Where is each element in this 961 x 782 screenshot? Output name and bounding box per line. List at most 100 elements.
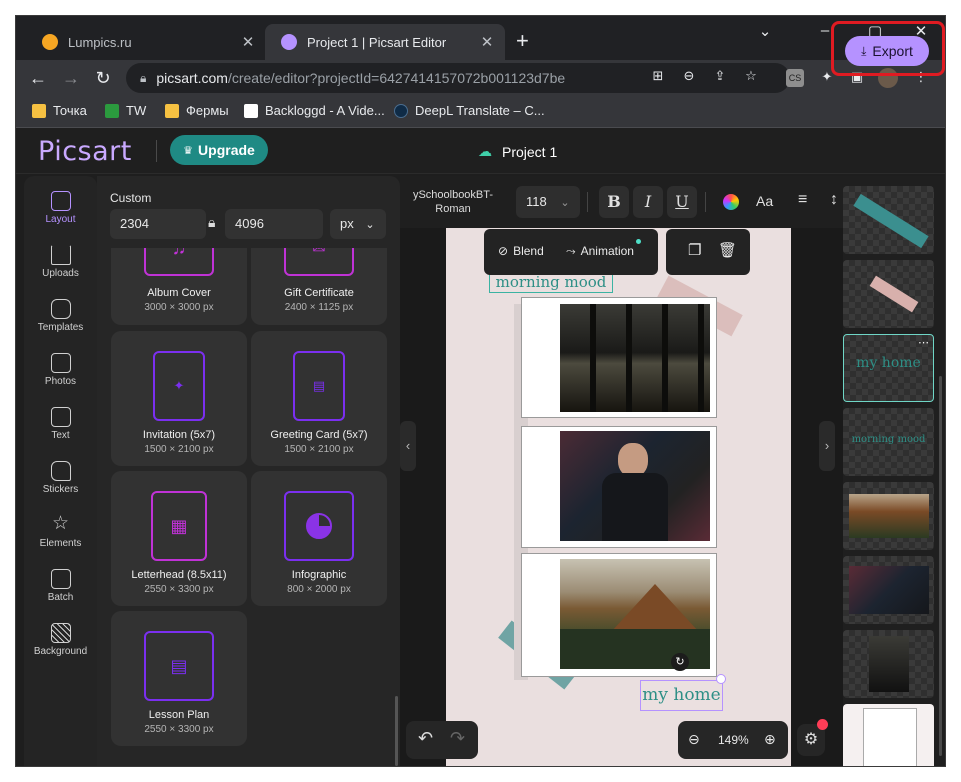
share-icon[interactable]: ⇪	[710, 68, 730, 84]
rail-label: Background	[33, 646, 88, 657]
layer-photo-mountains[interactable]	[843, 482, 934, 550]
reload-icon[interactable]: ↻	[91, 66, 115, 90]
bold-button[interactable]: B	[599, 186, 629, 218]
photo-mountains	[560, 559, 710, 669]
zoom-level[interactable]: 149%	[718, 733, 749, 747]
forward-icon[interactable]: →	[59, 66, 83, 90]
trash-icon[interactable]: 🗑︎	[718, 241, 737, 259]
font-family-select[interactable]: ySchoolbookBT- Roman	[400, 186, 506, 218]
duplicate-icon[interactable]: ❐	[688, 241, 701, 259]
lumpics-favicon-icon	[42, 34, 58, 50]
browser-toolbar: ← → ↻ 🔒︎ picsart.com/create/editor?proje…	[16, 60, 945, 96]
layer-my-home-text[interactable]: my home ⋯	[843, 334, 934, 402]
close-icon[interactable]: ✕	[479, 33, 495, 51]
picsart-logo[interactable]: Picsart	[38, 136, 132, 167]
export-button[interactable]: ⤓ Export	[845, 36, 929, 66]
aspect-lock-icon[interactable]: 🔒︎	[208, 214, 215, 231]
layer-photo-window[interactable]	[843, 630, 934, 698]
rail-text[interactable]: Text	[24, 407, 97, 441]
rail-layout[interactable]: Layout	[24, 191, 97, 225]
cloud-saved-icon: ☁	[478, 143, 492, 159]
expand-layers-chevron-icon[interactable]: ›	[819, 421, 835, 471]
blend-button[interactable]: ⊘ Blend	[498, 244, 544, 258]
rail-batch[interactable]: Batch	[24, 569, 97, 603]
zoom-out-icon[interactable]: ⊖	[688, 731, 700, 748]
unit-select[interactable]: px ⌄	[330, 209, 386, 239]
font-name-line1: ySchoolbookBT-	[412, 189, 494, 201]
tab-lumpics[interactable]: Lumpics.ru ✕	[26, 24, 266, 60]
tab-picsart[interactable]: Project 1 | Picsart Editor ✕	[265, 24, 505, 60]
zoom-in-icon[interactable]: ⊕	[764, 731, 776, 748]
text-my-home[interactable]: my home	[640, 680, 723, 711]
italic-button[interactable]: I	[633, 186, 663, 218]
photo-frame-1[interactable]	[521, 297, 717, 418]
underline-button[interactable]: U	[667, 186, 697, 218]
animation-button[interactable]: ⤳ Animation	[566, 244, 634, 259]
template-card-invitation[interactable]: ✦ Invitation (5x7) 1500 × 2100 px	[111, 331, 247, 466]
rail-uploads[interactable]: Uploads	[24, 245, 97, 279]
layer-photo-man[interactable]	[843, 556, 934, 624]
invitation-icon: ✦	[153, 351, 205, 421]
address-host: picsart.com	[156, 70, 228, 86]
lesson-plan-icon: ▤	[144, 631, 214, 701]
rail-label: Batch	[47, 592, 74, 603]
layer-tape-pink[interactable]	[843, 260, 934, 328]
layers-scrollbar[interactable]	[939, 376, 942, 756]
folder-icon	[165, 103, 179, 118]
greeting-card-icon: ▤	[293, 351, 345, 421]
bookmark-backloggd[interactable]: Backloggd - A Vide...	[244, 103, 385, 118]
upgrade-button[interactable]: ♛ Upgrade	[170, 135, 268, 165]
pie-chart-icon	[284, 491, 354, 561]
height-input[interactable]: 4096	[225, 209, 323, 239]
rotate-handle-icon[interactable]: ↻	[671, 653, 689, 671]
rail-templates[interactable]: Templates	[24, 299, 97, 333]
letterhead-icon: ▦	[151, 491, 207, 561]
bookmark-star-icon[interactable]: ☆	[741, 68, 761, 84]
collapse-panel-chevron-icon[interactable]: ‹	[400, 421, 416, 471]
photo-frame-2[interactable]	[521, 426, 717, 548]
layer-more-icon[interactable]: ⋯	[918, 336, 929, 349]
panel-scrollbar[interactable]	[395, 696, 398, 766]
layer-background-frames[interactable]	[843, 704, 934, 766]
resize-handle[interactable]	[716, 674, 726, 684]
back-icon[interactable]: ←	[26, 66, 50, 90]
redo-icon[interactable]: ↷	[450, 728, 465, 749]
rail-stickers[interactable]: Stickers	[24, 461, 97, 495]
rail-background[interactable]: Background	[24, 623, 97, 657]
star-icon: ☆	[51, 513, 70, 534]
text-case-button[interactable]: Aa	[756, 193, 773, 209]
animation-icon: ⤳	[566, 244, 576, 258]
crown-icon: ♛	[183, 144, 194, 157]
bookmark-tochka[interactable]: Точка	[32, 103, 87, 118]
extension-cs-icon[interactable]: CS	[786, 69, 804, 87]
background-pattern-icon	[50, 623, 71, 643]
font-size-select[interactable]: 118 ⌄	[516, 186, 580, 218]
layer-tape-teal[interactable]	[843, 186, 934, 254]
bookmark-tw[interactable]: TW	[105, 103, 146, 118]
new-tab-button[interactable]: +	[516, 29, 529, 53]
bookmark-deepl[interactable]: DeepL Translate – C...	[394, 103, 545, 118]
template-card-album-cover[interactable]: ♫ Album Cover 3000 × 3000 px	[111, 248, 247, 325]
color-wheel-icon[interactable]	[723, 194, 739, 210]
zoom-icon[interactable]: ⊖	[679, 68, 699, 84]
template-card-letterhead[interactable]: ▦ Letterhead (8.5x11) 2550 × 3300 px	[111, 471, 247, 606]
template-card-greeting-card[interactable]: ▤ Greeting Card (5x7) 1500 × 2100 px	[251, 331, 387, 466]
close-icon[interactable]: ✕	[240, 33, 256, 51]
translate-icon[interactable]: ⊞	[648, 68, 668, 84]
template-card-gift-certificate[interactable]: ✉ Gift Certificate 2400 × 1125 px	[251, 248, 387, 325]
align-center-icon[interactable]: ≡	[798, 191, 807, 209]
rail-photos[interactable]: Photos	[24, 353, 97, 387]
bookmark-fermy[interactable]: Фермы	[165, 103, 229, 118]
rail-elements[interactable]: ☆ Elements	[24, 513, 97, 549]
bookmarks-bar: Точка TW Фермы Backloggd - A Vide... Dee…	[16, 96, 945, 128]
tab-search-chevron-icon[interactable]: ⌄	[753, 22, 777, 40]
width-input[interactable]: 2304	[110, 209, 206, 239]
template-name: Album Cover	[147, 287, 211, 299]
template-card-infographic[interactable]: Infographic 800 × 2000 px	[251, 471, 387, 606]
layer-morning-mood-text[interactable]: morning mood	[843, 408, 934, 476]
undo-icon[interactable]: ↶	[418, 728, 433, 749]
template-dims: 1500 × 2100 px	[284, 444, 354, 455]
line-height-icon[interactable]: ↕	[830, 191, 838, 209]
project-title[interactable]: ☁ Project 1	[478, 143, 557, 160]
template-card-lesson-plan[interactable]: ▤ Lesson Plan 2550 × 3300 px	[111, 611, 247, 746]
